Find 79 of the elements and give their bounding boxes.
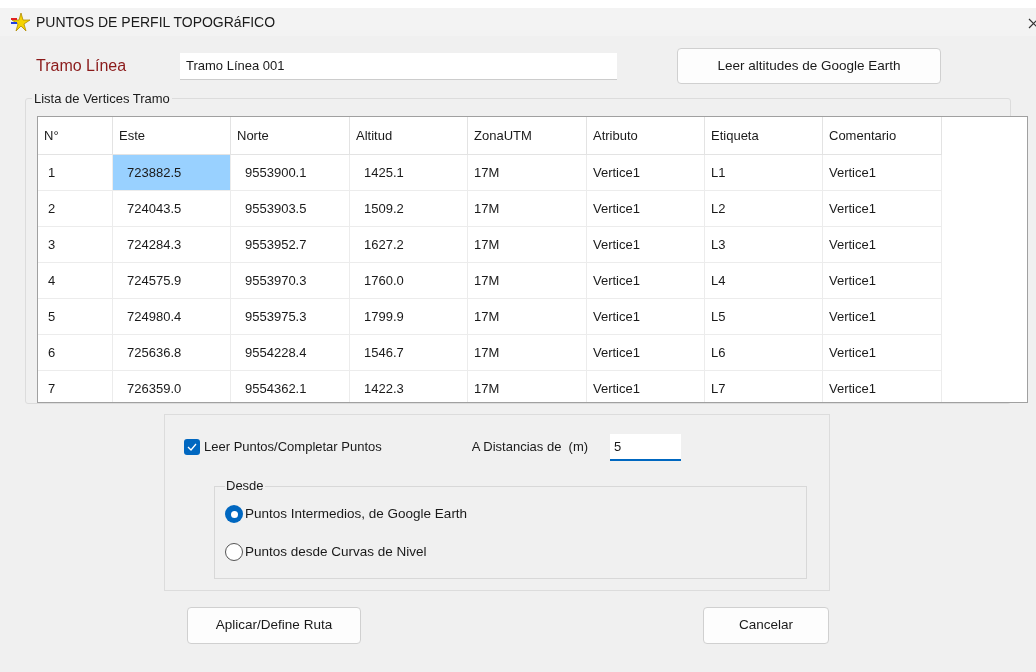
- window-title: PUNTOS DE PERFIL TOPOGRáFICO: [36, 12, 276, 32]
- table-cell: 2: [38, 191, 113, 227]
- table-cell: 1799.9: [350, 299, 468, 335]
- table-cell: 724284.3: [113, 227, 231, 263]
- table-cell: 5: [38, 299, 113, 335]
- table-cell: 3: [38, 227, 113, 263]
- tramo-input[interactable]: Tramo Línea 001: [180, 52, 617, 80]
- table-cell: 9554228.4: [231, 335, 350, 371]
- table-row[interactable]: 4 724575.9 9553970.3 1760.0 17M Vertice1 L4 Vertice1: [38, 263, 1027, 299]
- close-icon[interactable]: [1028, 18, 1036, 29]
- table-cell: 724980.4: [113, 299, 231, 335]
- column-header[interactable]: Atributo: [587, 117, 705, 155]
- checkbox[interactable]: [184, 439, 200, 455]
- column-header[interactable]: Comentario: [823, 117, 942, 155]
- table-cell: 6: [38, 335, 113, 371]
- radio-button[interactable]: [225, 505, 243, 523]
- column-header[interactable]: N°: [38, 117, 113, 155]
- table-cell: 724575.9: [113, 263, 231, 299]
- table-cell: 17M: [468, 335, 587, 371]
- radio-label: Puntos Intermedios, de Google Earth: [245, 504, 468, 523]
- table-cell: 17M: [468, 155, 587, 191]
- table-cell: 17M: [468, 299, 587, 335]
- table-cell: Vertice1: [587, 191, 705, 227]
- table-cell: 17M: [468, 263, 587, 299]
- radio-label: Puntos desde Curvas de Nivel: [245, 542, 427, 561]
- column-header[interactable]: Etiqueta: [705, 117, 823, 155]
- table-row[interactable]: 7 726359.0 9554362.1 1422.3 17M Vertice1 L7 Vertice1: [38, 371, 1027, 402]
- table-cell: Vertice1: [823, 263, 942, 299]
- table-cell: L2: [705, 191, 823, 227]
- radio-button[interactable]: [225, 543, 243, 561]
- table-cell: 1627.2: [350, 227, 468, 263]
- table-cell: Vertice1: [587, 155, 705, 191]
- table-cell: 1509.2: [350, 191, 468, 227]
- table-cell: Vertice1: [587, 227, 705, 263]
- table-cell: 9553952.7: [231, 227, 350, 263]
- apply-button[interactable]: Aplicar/Define Ruta: [187, 607, 361, 644]
- column-header[interactable]: ZonaUTM: [468, 117, 587, 155]
- table-cell: 4: [38, 263, 113, 299]
- table-cell: L4: [705, 263, 823, 299]
- table-cell: 725636.8: [113, 335, 231, 371]
- table-cell: 1425.1: [350, 155, 468, 191]
- table-cell: 723882.5: [113, 155, 231, 191]
- distance-label: A Distancias de (m): [471, 438, 589, 457]
- table-cell: L6: [705, 335, 823, 371]
- table-cell: Vertice1: [587, 299, 705, 335]
- table-cell: Vertice1: [823, 155, 942, 191]
- table-row[interactable]: 3 724284.3 9553952.7 1627.2 17M Vertice1 L3 Vertice1: [38, 227, 1027, 263]
- table-cell: Vertice1: [823, 299, 942, 335]
- field-label: Tramo Línea: [36, 56, 128, 76]
- table-cell: 724043.5: [113, 191, 231, 227]
- table-cell: Vertice1: [823, 335, 942, 371]
- table-row[interactable]: 5 724980.4 9553975.3 1799.9 17M Vertice1 L5 Vertice1: [38, 299, 1027, 335]
- table-cell: Vertice1: [587, 263, 705, 299]
- distance-input[interactable]: 5: [610, 433, 682, 461]
- table-cell: L3: [705, 227, 823, 263]
- table-cell: 9553903.5: [231, 191, 350, 227]
- column-header[interactable]: Altitud: [350, 117, 468, 155]
- table-cell: 1760.0: [350, 263, 468, 299]
- table-cell: L1: [705, 155, 823, 191]
- table-row[interactable]: 2 724043.5 9553903.5 1509.2 17M Vertice1 L2 Vertice1: [38, 191, 1027, 227]
- read-altitudes-button[interactable]: Leer altitudes de Google Earth: [677, 48, 941, 84]
- column-header[interactable]: Norte: [231, 117, 350, 155]
- table-cell: Vertice1: [587, 335, 705, 371]
- table-cell: 1546.7: [350, 335, 468, 371]
- checkbox-label: Leer Puntos/Completar Puntos: [204, 438, 382, 457]
- cancel-button[interactable]: Cancelar: [703, 607, 829, 644]
- table-cell: 9553975.3: [231, 299, 350, 335]
- column-header[interactable]: Este: [113, 117, 231, 155]
- table-cell: 9553970.3: [231, 263, 350, 299]
- table-cell: 1: [38, 155, 113, 191]
- table-cell: 17M: [468, 227, 587, 263]
- app-icon: [10, 12, 32, 32]
- table-cell: Vertice1: [823, 227, 942, 263]
- table-cell: 17M: [468, 191, 587, 227]
- table-cell: L5: [705, 299, 823, 335]
- table-cell: Vertice1: [823, 191, 942, 227]
- checkmark-icon: [187, 443, 197, 451]
- table-row[interactable]: 6 725636.8 9554228.4 1546.7 17M Vertice1 L6 Vertice1: [38, 335, 1027, 371]
- table-cell: 9553900.1: [231, 155, 350, 191]
